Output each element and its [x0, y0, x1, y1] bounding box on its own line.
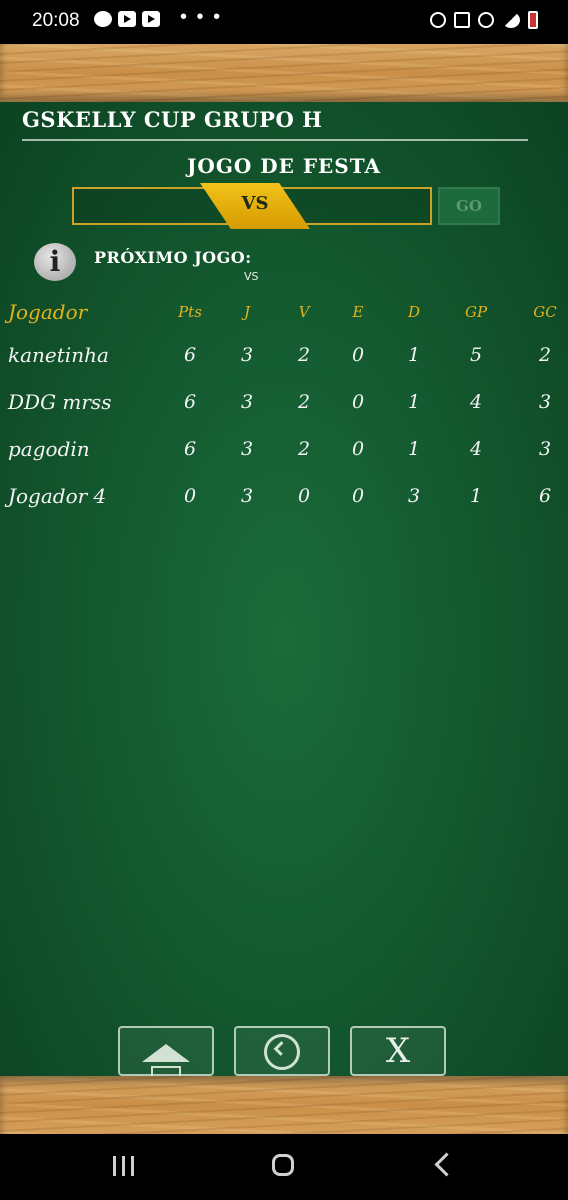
table-header: Jogador Pts J V E D GP GC — [0, 292, 568, 332]
column-header-gp: GP — [464, 303, 488, 321]
recent-apps-icon[interactable] — [113, 1156, 137, 1176]
cell-pts: 0 — [183, 485, 197, 507]
cell-gc: 2 — [538, 344, 552, 366]
more-notifications-icon: • • • — [180, 6, 223, 28]
column-header-e: E — [352, 303, 364, 321]
cell-j: 3 — [240, 344, 254, 366]
youtube-icon — [142, 11, 160, 27]
column-header-v: V — [298, 303, 310, 321]
cell-pts: 6 — [183, 438, 197, 460]
vs-label: VS — [241, 193, 269, 214]
standings-table: Jogador Pts J V E D GP GC kanetinha 6 3 … — [0, 292, 568, 520]
cell-gc: 3 — [538, 438, 552, 460]
cell-j: 3 — [240, 391, 254, 413]
back-nav-icon[interactable] — [434, 1152, 459, 1177]
back-icon — [264, 1034, 300, 1070]
wifi-icon — [478, 12, 494, 28]
close-icon: X — [385, 1031, 411, 1071]
cell-gc: 3 — [538, 391, 552, 413]
cell-e: 0 — [351, 344, 365, 366]
column-header-d: D — [407, 303, 421, 321]
whatsapp-icon — [94, 11, 112, 27]
cell-gp: 4 — [469, 391, 483, 413]
table-row: DDG mrss 6 3 2 0 1 4 3 — [0, 379, 568, 426]
cell-d: 3 — [407, 485, 421, 507]
column-header-j: J — [243, 303, 251, 321]
column-header-jogador: Jogador — [8, 300, 88, 324]
cell-gp: 5 — [469, 344, 483, 366]
cell-v: 2 — [297, 391, 311, 413]
status-time: 20:08 — [32, 10, 80, 31]
cell-e: 0 — [351, 438, 365, 460]
player-name: kanetinha — [8, 343, 109, 367]
status-bar: 20:08 • • • — [0, 0, 568, 44]
home-nav-icon[interactable] — [272, 1154, 294, 1176]
cell-gp: 1 — [469, 485, 483, 507]
chalkboard — [0, 102, 568, 1076]
player-name: pagodin — [8, 437, 90, 461]
match-heading: JOGO DE FESTA — [186, 154, 382, 178]
wood-frame-bottom — [0, 1076, 568, 1134]
column-header-pts: Pts — [178, 303, 202, 321]
column-header-gc: GC — [533, 303, 557, 321]
title-divider — [22, 139, 528, 141]
cell-v: 2 — [297, 438, 311, 460]
back-button[interactable] — [234, 1026, 330, 1076]
signal-icon — [502, 12, 520, 28]
cell-v: 2 — [297, 344, 311, 366]
next-match-label: PRÓXIMO JOGO: — [94, 248, 252, 267]
player-name: DDG mrss — [8, 390, 112, 414]
cell-d: 1 — [407, 391, 421, 413]
next-match-vs: VS — [244, 270, 259, 283]
navigation-bar — [0, 1134, 568, 1200]
home-button[interactable] — [118, 1026, 214, 1084]
cell-gc: 6 — [538, 485, 552, 507]
system-icons — [430, 11, 538, 29]
table-row: Jogador 4 0 3 0 0 3 1 6 — [0, 473, 568, 520]
alarm-icon — [430, 12, 446, 28]
cell-v: 0 — [297, 485, 311, 507]
youtube-icon — [118, 11, 136, 27]
cell-j: 3 — [240, 485, 254, 507]
cell-pts: 6 — [183, 391, 197, 413]
go-button[interactable]: GO — [438, 187, 500, 225]
table-row: pagodin 6 3 2 0 1 4 3 — [0, 426, 568, 473]
cell-d: 1 — [407, 344, 421, 366]
info-icon[interactable]: i — [34, 243, 76, 281]
mute-icon — [454, 12, 470, 28]
cell-gp: 4 — [469, 438, 483, 460]
player-name: Jogador 4 — [8, 484, 107, 508]
cell-j: 3 — [240, 438, 254, 460]
notification-icons — [94, 11, 160, 27]
cell-e: 0 — [351, 485, 365, 507]
home-icon — [142, 1044, 190, 1084]
page-title: GSKELLY CUP GRUPO H — [22, 107, 323, 132]
battery-icon — [528, 11, 538, 29]
cell-e: 0 — [351, 391, 365, 413]
table-row: kanetinha 6 3 2 0 1 5 2 — [0, 332, 568, 379]
close-button[interactable]: X — [350, 1026, 446, 1076]
cell-d: 1 — [407, 438, 421, 460]
cell-pts: 6 — [183, 344, 197, 366]
wood-frame-top — [0, 44, 568, 102]
